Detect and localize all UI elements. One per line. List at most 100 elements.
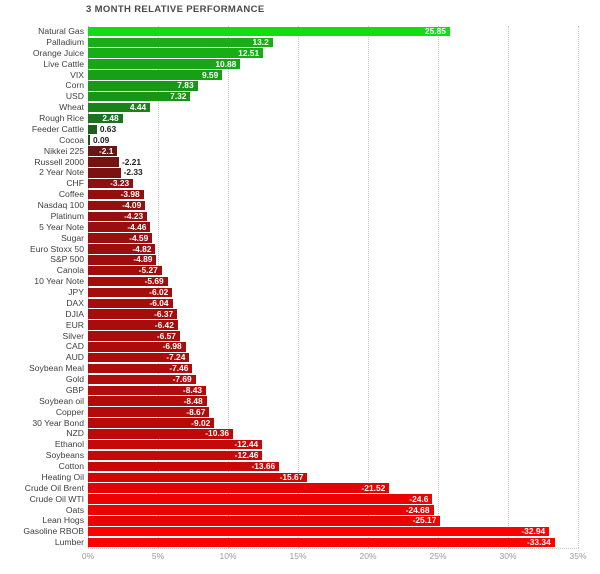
bar-row: USD 7.32 (0, 91, 600, 102)
bar-value-label: 2.48 (102, 113, 119, 123)
category-label: JPY (68, 287, 84, 297)
bar-value-label: -3.98 (120, 189, 140, 200)
category-label: Heating Oil (41, 471, 84, 482)
bar-row: Coffee -3.98 (0, 189, 600, 200)
bar-row: Orange Juice 12.51 (0, 48, 600, 59)
bar-row: Oats -24.68 (0, 505, 600, 516)
bar-row: Crude Oil WTI -24.6 (0, 494, 600, 505)
bar-row: Gasoline RBOB -32.94 (0, 526, 600, 537)
category-label: Crude Oil Brent (24, 482, 84, 493)
bar-row: Lean Hogs -25.17 (0, 515, 600, 526)
bar[interactable] (88, 135, 90, 145)
bar-value-label: -13.66 (251, 461, 276, 471)
tick-label-15%: 15% (289, 551, 307, 561)
bar-row: Crude Oil Brent -21.52 (0, 483, 600, 494)
bar[interactable] (88, 26, 450, 37)
bar-value-label: -5.27 (138, 265, 158, 276)
bar-row: Corn 7.83 (0, 80, 600, 91)
bar-value-label: 12.51 (238, 47, 260, 58)
bar-value-label: -2.1 (98, 145, 114, 156)
bar-row: GBP -8.43 (0, 385, 600, 396)
category-label: Gasoline RBOB (23, 526, 84, 537)
category-label: Orange Juice (32, 47, 84, 58)
bar-value-label: -4.82 (132, 243, 152, 254)
bar-row: Gold -7.69 (0, 374, 600, 385)
x-axis-line (88, 548, 579, 549)
bar-value-label: -7.46 (169, 363, 189, 374)
category-label: Palladium (46, 36, 84, 47)
bar[interactable] (88, 37, 273, 48)
category-label: DJIA (65, 308, 84, 319)
bar[interactable] (88, 124, 97, 135)
category-label: Euro Stoxx 50 (30, 243, 84, 254)
bar[interactable] (88, 537, 555, 548)
bar[interactable] (88, 505, 434, 515)
category-label: Crude Oil WTI (29, 493, 84, 504)
bar-value-label: 13.2 (252, 36, 269, 47)
category-label: EUR (65, 319, 84, 330)
category-label: Soybean Meal (29, 363, 84, 374)
category-label: Russell 2000 (34, 156, 84, 167)
bar-row: Soybeans -12.46 (0, 450, 600, 461)
bar[interactable] (88, 494, 433, 504)
bar-row: JPY -6.02 (0, 287, 600, 298)
tick-label-20%: 20% (359, 551, 377, 561)
bar-row: CAD -6.98 (0, 341, 600, 352)
category-label: CHF (66, 178, 84, 189)
bar[interactable] (88, 483, 390, 493)
bar-row: Sugar -4.59 (0, 233, 600, 244)
category-label: Feeder Cattle (31, 123, 84, 134)
bar-value-label: -12.44 (234, 439, 259, 450)
category-label: Soybean oil (39, 395, 84, 406)
bar-value-label: 7.83 (177, 80, 194, 91)
bar-row: 30 Year Bond -9.02 (0, 418, 600, 429)
bar-value-label: -2.21 (121, 156, 142, 167)
bar[interactable] (88, 157, 119, 167)
bar-row: Feeder Cattle 0.63 (0, 124, 600, 135)
bar-value-label: 7.32 (170, 91, 187, 102)
bar-row: VIX 9.59 (0, 70, 600, 81)
bar-value-label: -25.17 (412, 515, 437, 526)
x-axis-tick-labels: 0% 5% 10% 15% 20% 25% 30% 35% (82, 551, 587, 571)
bar-value-label: -6.57 (156, 330, 176, 341)
bar-value-label: 25.85 (424, 26, 446, 36)
bar-row: Silver -6.57 (0, 331, 600, 342)
bar-row: Live Cattle 10.88 (0, 59, 600, 70)
bar-row: Cotton -13.66 (0, 461, 600, 472)
bar-row: Soybean oil -8.48 (0, 396, 600, 407)
bar-value-label: -2.33 (123, 167, 143, 178)
bar-value-label: 0.63 (99, 123, 117, 134)
category-label: 2 Year Note (39, 167, 84, 178)
category-label: GBP (65, 384, 84, 395)
bar-row: Ethanol -12.44 (0, 439, 600, 450)
bar-value-label: 9.59 (201, 69, 219, 80)
chart-title: 3 MONTH RELATIVE PERFORMANCE (86, 4, 265, 15)
bar-value-label: -33.34 (526, 537, 551, 548)
relative-performance-chart: 3 MONTH RELATIVE PERFORMANCE Natural Gas… (0, 0, 600, 574)
bar-value-label: -8.48 (183, 395, 203, 406)
bar-row: Heating Oil -15.67 (0, 472, 600, 483)
bar[interactable] (88, 168, 121, 178)
category-label: Sugar (61, 232, 84, 243)
bar-value-label: -4.23 (124, 210, 144, 221)
category-label: S&P 500 (50, 254, 84, 265)
category-label: Ethanol (54, 439, 84, 450)
bar-row: NZD -10.36 (0, 428, 600, 439)
bar-value-label: -7.24 (166, 352, 186, 363)
bar-value-label: -15.67 (279, 471, 304, 482)
bar-value-label: 10.88 (215, 58, 237, 69)
bar-value-label: -24.6 (409, 493, 429, 504)
category-label: Canola (56, 265, 84, 276)
bar-row: Canola -5.27 (0, 265, 600, 276)
bar-row: EUR -6.42 (0, 320, 600, 331)
bar-row: Nikkei 225 -2.1 (0, 146, 600, 157)
bar-value-label: -4.89 (133, 254, 153, 265)
category-label: Silver (62, 330, 85, 341)
category-label: Nasdaq 100 (37, 200, 84, 210)
category-label: VIX (70, 69, 84, 80)
bar[interactable] (88, 516, 441, 526)
tick-label-25%: 25% (429, 551, 447, 561)
bar[interactable] (88, 526, 550, 537)
category-label: Nikkei 225 (43, 145, 84, 156)
bar-row: 2 Year Note -2.33 (0, 167, 600, 178)
